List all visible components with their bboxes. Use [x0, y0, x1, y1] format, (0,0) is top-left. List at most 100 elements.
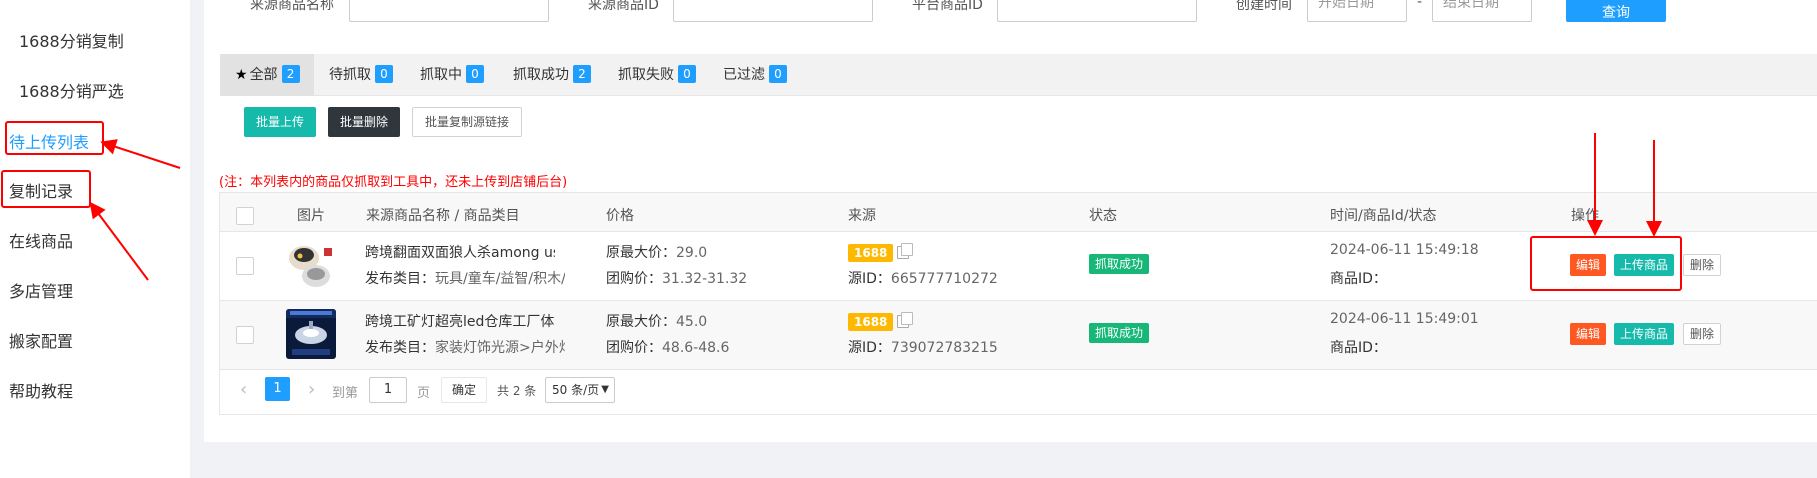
sidebar-item-multi-store[interactable]: 多店管理 [9, 278, 73, 302]
upload-product-button[interactable]: 上传商品 [1614, 254, 1675, 276]
sidebar-item-1688-copy[interactable]: 1688分销复制 [19, 28, 124, 52]
search-button[interactable]: 查询 [1566, 0, 1666, 22]
header-price: 价格 [606, 208, 634, 224]
product-name[interactable]: 跨境翻面双面狼人杀among us plu [365, 242, 555, 262]
select-all-checkbox[interactable] [236, 207, 254, 225]
page-size-value: 50 条/页 [552, 383, 600, 397]
tab-filtered[interactable]: 已过滤 0 [723, 54, 787, 96]
product-id-label: 商品ID： [1330, 271, 1387, 287]
prev-page-button[interactable]: ‹ [240, 379, 247, 400]
group-price-value: 31.32-31.32 [662, 271, 748, 287]
category-label: 发布类目： [365, 340, 435, 356]
source-1688-tag[interactable]: 1688 [848, 313, 894, 331]
tab-success[interactable]: 抓取成功 2 [513, 54, 591, 96]
tab-fetching-label: 抓取中 [420, 67, 462, 83]
tab-pending-label: 待抓取 [329, 67, 371, 83]
source-id-value: 665777710272 [890, 271, 998, 287]
date-separator: - [1417, 0, 1423, 10]
header-image: 图片 [297, 208, 325, 224]
copy-icon[interactable] [897, 312, 913, 328]
source-1688-tag[interactable]: 1688 [848, 244, 894, 262]
tab-failed-label: 抓取失败 [618, 67, 674, 83]
header-status: 状态 [1089, 208, 1117, 224]
end-date-input[interactable]: 结束日期 [1432, 0, 1532, 22]
status-tabs: ★ 全部 2 待抓取 0 抓取中 0 抓取成功 2 抓取失败 0 已过滤 0 [220, 54, 1817, 96]
max-price-value: 45.0 [676, 314, 708, 330]
created-time: 2024-06-11 15:49:18 [1330, 242, 1479, 258]
sidebar-item-help[interactable]: 帮助教程 [9, 378, 73, 402]
product-table: 图片 来源商品名称 / 商品类目 价格 来源 状态 时间/商品Id/状态 操作 [219, 192, 1817, 370]
confirm-page-button[interactable]: 确定 [441, 377, 488, 403]
sidebar-item-pending-upload[interactable]: 待上传列表 [9, 129, 89, 153]
category-label: 发布类目： [365, 271, 435, 287]
tab-failed[interactable]: 抓取失败 0 [618, 54, 696, 96]
source-id-label: 来源商品ID [588, 0, 659, 13]
source-name-input[interactable] [349, 0, 549, 22]
row-checkbox[interactable] [236, 257, 254, 275]
batch-delete-button[interactable]: 批量删除 [328, 107, 401, 137]
delete-button[interactable]: 删除 [1683, 254, 1722, 276]
total-count: 共 2 条 [497, 384, 537, 398]
sidebar-item-1688-selected[interactable]: 1688分销严选 [19, 78, 124, 102]
sidebar-item-migration-config[interactable]: 搬家配置 [9, 328, 73, 352]
source-id-input[interactable] [673, 0, 873, 22]
page-size-select[interactable]: 50 条/页 ▼ [545, 377, 615, 403]
product-id-label: 商品ID： [1330, 340, 1387, 356]
delete-button[interactable]: 删除 [1683, 323, 1722, 345]
tab-fetching-count: 0 [466, 65, 484, 83]
header-source: 来源 [848, 208, 876, 224]
platform-id-input[interactable] [997, 0, 1197, 22]
tab-success-label: 抓取成功 [513, 67, 569, 83]
upload-product-button[interactable]: 上传商品 [1614, 323, 1675, 345]
sidebar-item-online-products[interactable]: 在线商品 [9, 228, 73, 252]
table-row: 跨境工矿灯超亮led仓库工厂体育馆 发布类目：家装灯饰光源>户外灯具/庭院灯 原… [220, 301, 1817, 370]
category-value: 家装灯饰光源>户外灯具/庭院灯 [435, 340, 565, 356]
sidebar: 1688分销复制 1688分销严选 待上传列表 复制记录 在线商品 多店管理 搬… [0, 0, 190, 478]
max-price-label: 原最大价： [606, 245, 676, 261]
source-id-value: 739072783215 [890, 340, 998, 356]
tab-all-count: 2 [281, 65, 300, 83]
table-row: 跨境翻面双面狼人杀among us plu 发布类目：玩具/童车/益智/积木/模… [220, 232, 1817, 301]
pagination: ‹ 1 › 到第 1 页 确定 共 2 条 50 条/页 ▼ [219, 369, 1817, 415]
source-name-label: 来源商品名称 [250, 0, 334, 13]
tab-success-count: 2 [573, 65, 591, 83]
header-name: 来源商品名称 / 商品类目 [366, 208, 520, 224]
app-root: 1688分销复制 1688分销严选 待上传列表 复制记录 在线商品 多店管理 搬… [0, 0, 1817, 478]
max-price-label: 原最大价： [606, 314, 676, 330]
edit-button[interactable]: 编辑 [1570, 323, 1607, 345]
status-badge: 抓取成功 [1089, 323, 1150, 343]
edit-button[interactable]: 编辑 [1570, 254, 1607, 276]
next-page-button[interactable]: › [308, 379, 315, 400]
max-price-value: 29.0 [676, 245, 708, 261]
filter-bar: 来源商品名称 来源商品ID 平台商品ID 创建时间 开始日期 - 结束日期 查询 [0, 0, 1817, 30]
batch-copy-links-button[interactable]: 批量复制源链接 [412, 107, 523, 137]
tab-filtered-count: 0 [769, 65, 787, 83]
copy-icon[interactable] [897, 243, 913, 259]
tab-all[interactable]: ★ 全部 2 [220, 54, 314, 96]
star-icon: ★ [235, 67, 248, 83]
tab-fetching[interactable]: 抓取中 0 [420, 54, 484, 96]
tab-filtered-label: 已过滤 [723, 67, 765, 83]
source-id-label: 源ID： [848, 271, 891, 287]
batch-upload-button[interactable]: 批量上传 [244, 107, 317, 137]
start-date-input[interactable]: 开始日期 [1307, 0, 1407, 22]
tab-all-label: 全部 [249, 67, 278, 83]
row-checkbox[interactable] [236, 326, 254, 344]
source-id-label: 源ID： [848, 340, 891, 356]
group-price-value: 48.6-48.6 [662, 340, 730, 356]
tab-pending[interactable]: 待抓取 0 [329, 54, 393, 96]
product-name[interactable]: 跨境工矿灯超亮led仓库工厂体育馆 [365, 311, 555, 331]
group-price-label: 团购价： [606, 340, 662, 356]
chevron-down-icon: ▼ [601, 384, 609, 395]
status-badge: 抓取成功 [1089, 254, 1150, 274]
current-page[interactable]: 1 [265, 377, 290, 401]
created-time: 2024-06-11 15:49:01 [1330, 311, 1479, 327]
notice-text: (注：本列表内的商品仅抓取到工具中，还未上传到店铺后台) [219, 175, 568, 190]
sidebar-item-copy-records[interactable]: 复制记录 [9, 178, 73, 202]
goto-page-input[interactable]: 1 [369, 377, 407, 403]
platform-id-label: 平台商品ID [912, 0, 983, 13]
tab-pending-count: 0 [375, 65, 393, 83]
product-thumbnail [286, 240, 336, 290]
header-time: 时间/商品Id/状态 [1330, 208, 1437, 224]
table-header: 图片 来源商品名称 / 商品类目 价格 来源 状态 时间/商品Id/状态 操作 [220, 193, 1817, 232]
